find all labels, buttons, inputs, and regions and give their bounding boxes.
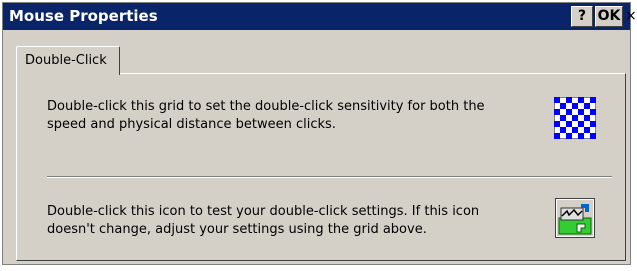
close-button[interactable]: × [625,6,637,27]
test-description: Double-click this icon to test your doub… [47,204,480,237]
tab-panel: Double-click this grid to set the double… [16,73,626,261]
title-bar[interactable]: Mouse Properties ? OK × [3,3,637,30]
help-button[interactable]: ? [571,6,593,27]
window-title: Mouse Properties [9,7,158,25]
tab-double-click[interactable]: Double-Click [16,46,120,75]
section-divider [47,176,612,178]
ok-button[interactable]: OK [595,6,623,27]
close-icon: × [625,8,637,24]
grid-description: Double-click this grid to set the double… [47,99,485,132]
checkerboard-grid-icon[interactable] [554,97,596,139]
test-double-click-icon[interactable] [555,198,595,238]
mouse-properties-window: Mouse Properties ? OK × Double-Click Dou… [2,2,637,265]
tab-label: Double-Click [25,53,107,68]
